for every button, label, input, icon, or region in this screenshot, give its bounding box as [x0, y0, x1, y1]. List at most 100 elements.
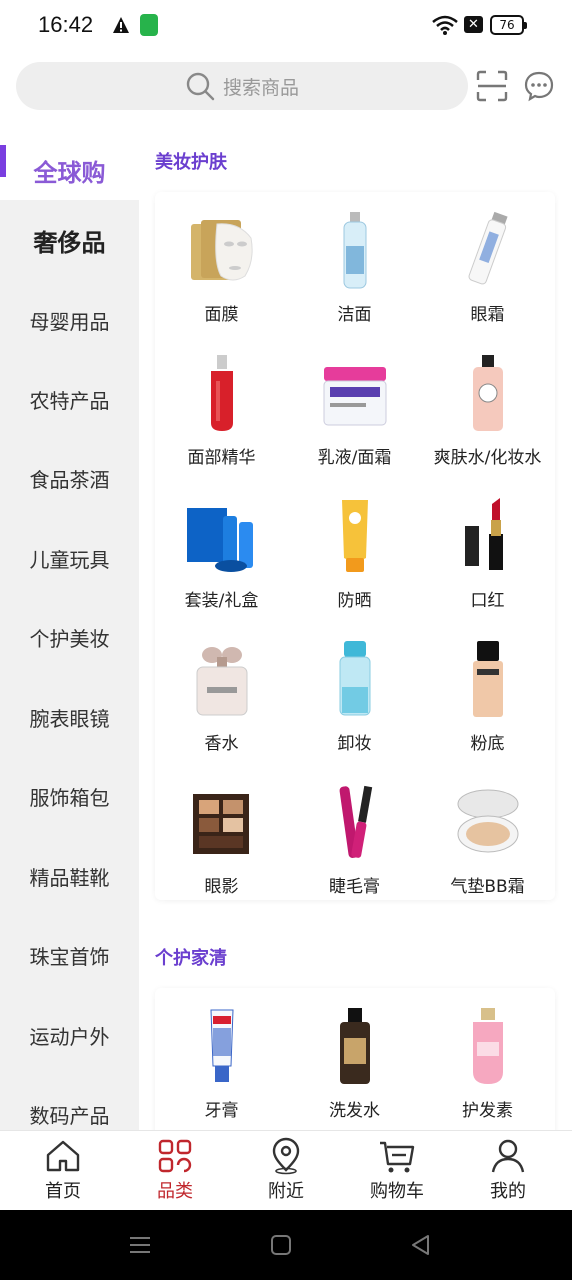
conditioner-product-image [473, 1008, 503, 1084]
message-icon[interactable] [523, 70, 555, 102]
sidebar-item-apparel[interactable]: 服饰箱包 [0, 756, 139, 836]
menu-icon[interactable] [127, 1232, 153, 1258]
sidebar-item-label: 数码产品 [29, 1103, 110, 1128]
item-label: 眼影 [204, 877, 239, 897]
grid-item[interactable]: 卸妆 [288, 631, 421, 774]
grid-item[interactable]: 睫毛膏 [288, 774, 421, 917]
sim-off-icon: ✕ [464, 16, 483, 33]
item-label: 面膜 [204, 305, 239, 325]
lipstick-product-image [465, 498, 503, 570]
sidebar-item-sports[interactable]: 运动户外 [0, 995, 139, 1075]
tab-label: 购物车 [370, 1181, 424, 1202]
sidebar-item-label: 珠宝首饰 [29, 944, 110, 969]
item-label: 睫毛膏 [329, 877, 380, 897]
sidebar-item-baby[interactable]: 母婴用品 [0, 280, 139, 360]
sidebar-item-label: 腕表眼镜 [29, 706, 110, 731]
face-cream-product-image [323, 367, 387, 426]
battery-level: 76 [499, 18, 515, 32]
sunscreen-product-image [342, 500, 368, 572]
sidebar-item-label: 农特产品 [29, 388, 110, 413]
sidebar-item-label: 运动户外 [29, 1024, 110, 1049]
toothpaste-product-image [210, 1009, 234, 1082]
sidebar-item-shoes[interactable]: 精品鞋靴 [0, 836, 139, 916]
grid-item[interactable]: 套装/礼盒 [155, 488, 288, 631]
item-label: 护发素 [462, 1101, 513, 1121]
grid-item[interactable]: 眼影 [155, 774, 288, 917]
grid-item[interactable]: 爽肤水/化妆水 [421, 345, 554, 488]
item-label: 套装/礼盒 [184, 591, 259, 611]
system-nav-bar [0, 1210, 572, 1280]
grid-item[interactable]: 洁面 [288, 202, 421, 345]
gift-set-product-image [187, 508, 253, 572]
tab-category[interactable]: 品类 [118, 1131, 232, 1211]
active-indicator [0, 145, 6, 177]
sidebar-item-label: 精品鞋靴 [29, 865, 110, 890]
sidebar-item-digital[interactable]: 数码产品 [0, 1074, 139, 1130]
sidebar-item-watches[interactable]: 腕表眼镜 [0, 677, 139, 757]
battery-icon: 76 [490, 15, 527, 35]
sidebar-item-toys[interactable]: 儿童玩具 [0, 518, 139, 598]
tab-label: 附近 [268, 1181, 304, 1202]
item-label: 眼霜 [470, 305, 505, 325]
sidebar-item-luxury[interactable]: 奢侈品 [0, 200, 139, 280]
item-label: 爽肤水/化妆水 [433, 448, 542, 468]
location-icon [272, 1137, 300, 1175]
tab-home[interactable]: 首页 [6, 1131, 120, 1211]
sidebar-item-label: 儿童玩具 [29, 547, 110, 572]
category-icon [158, 1139, 192, 1173]
grid-item[interactable]: 洗发水 [288, 998, 421, 1130]
grid-item[interactable]: 香水 [155, 631, 288, 774]
bottom-tab-bar: 首页 品类 附近 购物车 我的 [0, 1130, 572, 1210]
grid-item[interactable]: 眼霜 [421, 202, 554, 345]
home-button-icon[interactable] [268, 1232, 294, 1258]
grid-item[interactable]: 面膜 [155, 202, 288, 345]
section-title: 个护家清 [155, 948, 227, 969]
profile-icon [491, 1139, 525, 1173]
item-label: 气垫BB霜 [450, 877, 525, 897]
app-notification-icon [140, 14, 158, 36]
item-label: 洁面 [337, 305, 372, 325]
search-input[interactable]: 搜索商品 [16, 62, 468, 110]
wifi-icon [432, 15, 458, 35]
sidebar-item-local-specialty[interactable]: 农特产品 [0, 359, 139, 439]
face-mask-product-image [191, 220, 253, 281]
back-icon[interactable] [408, 1232, 434, 1258]
grid-item[interactable]: 气垫BB霜 [421, 774, 554, 917]
mascara-product-image [339, 785, 373, 858]
sidebar-item-label: 食品茶酒 [29, 467, 110, 492]
sidebar-item-food-drink[interactable]: 食品茶酒 [0, 438, 139, 518]
item-label: 香水 [204, 734, 239, 754]
sidebar-item-global[interactable]: 全球购 [0, 130, 139, 210]
grid-item[interactable]: 防晒 [288, 488, 421, 631]
tab-nearby[interactable]: 附近 [229, 1131, 343, 1211]
tab-label: 首页 [45, 1181, 81, 1202]
grid-item[interactable]: 口红 [421, 488, 554, 631]
section-title: 美妆护肤 [155, 152, 227, 173]
sidebar-item-label: 个护美妆 [29, 626, 110, 651]
tab-label: 品类 [157, 1181, 193, 1202]
sidebar-item-beauty[interactable]: 个护美妆 [0, 597, 139, 677]
category-sidebar: 全球购 奢侈品 母婴用品 农特产品 食品茶酒 儿童玩具 个护美妆 腕表眼镜 服饰… [0, 130, 139, 1130]
grid-item[interactable]: 牙膏 [155, 998, 288, 1130]
app-screen: 16:42 ✕ 76 搜索商品 全球购 奢侈品 母婴用品 农特产品 食品茶酒 儿… [0, 0, 572, 1280]
grid-item[interactable]: 粉底 [421, 631, 554, 774]
home-icon [46, 1140, 80, 1172]
scan-icon[interactable] [476, 70, 508, 102]
item-label: 牙膏 [204, 1101, 239, 1121]
eyeshadow-product-image [193, 794, 249, 854]
tab-cart[interactable]: 购物车 [340, 1131, 454, 1211]
item-label: 粉底 [470, 734, 505, 754]
grid-item[interactable]: 面部精华 [155, 345, 288, 488]
search-icon [186, 72, 215, 101]
item-label: 乳液/面霜 [317, 448, 392, 468]
cart-icon [380, 1141, 415, 1173]
foundation-product-image [473, 641, 503, 717]
tab-label: 我的 [490, 1181, 526, 1202]
item-label: 口红 [470, 591, 505, 611]
grid-item[interactable]: 护发素 [421, 998, 554, 1130]
tab-profile[interactable]: 我的 [451, 1131, 565, 1211]
shampoo-product-image [340, 1008, 370, 1084]
sidebar-item-jewelry[interactable]: 珠宝首饰 [0, 915, 139, 995]
grid-item[interactable]: 乳液/面霜 [288, 345, 421, 488]
item-label: 洗发水 [329, 1101, 380, 1121]
